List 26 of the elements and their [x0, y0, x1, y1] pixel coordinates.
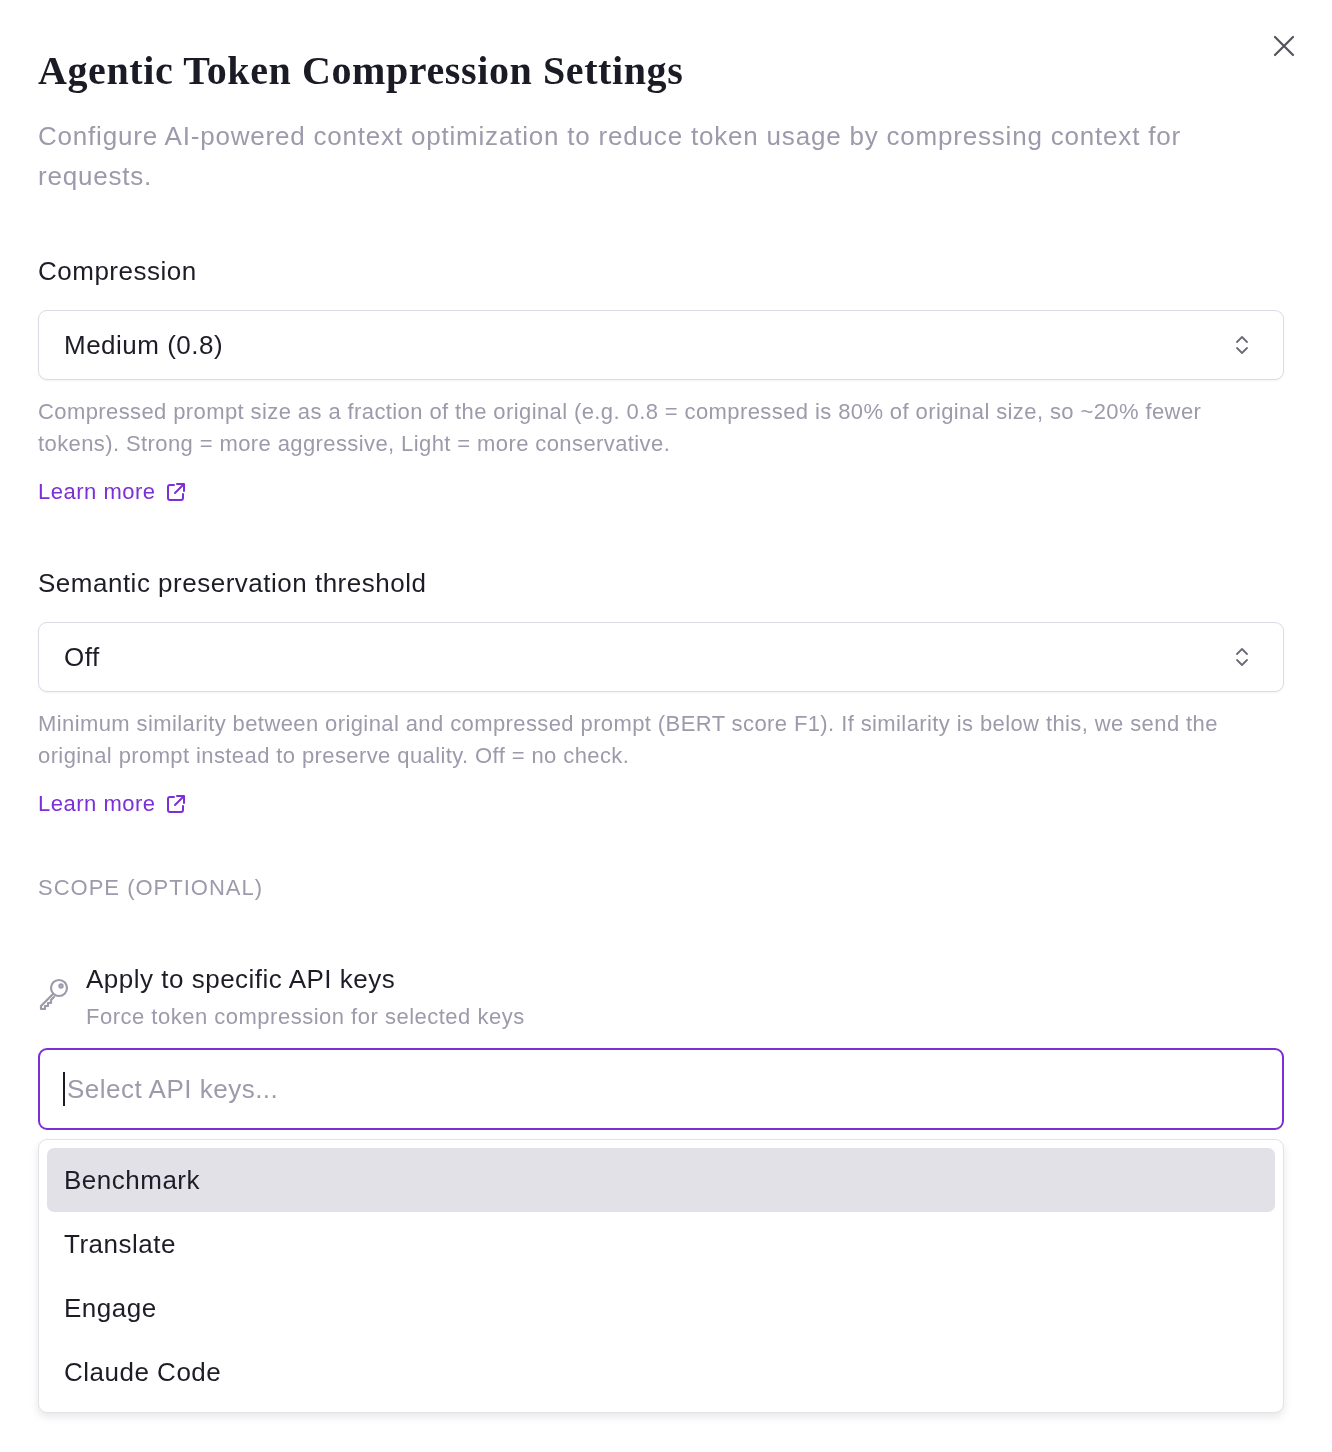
chevron-up-down-icon [1235, 646, 1249, 668]
dropdown-option[interactable]: Claude Code [47, 1340, 1275, 1404]
api-keys-input[interactable]: Select API keys... [38, 1048, 1284, 1130]
option-description: Force token compression for selected keys [86, 1003, 525, 1031]
section-heading: SCOPE (OPTIONAL) [38, 874, 265, 902]
option-title: Apply to specific API keys [86, 963, 397, 996]
field-label: Compression [38, 255, 198, 288]
select-field[interactable]: Medium (0.8) [38, 310, 1284, 380]
help-text: Compressed prompt size as a fraction of the original (e.g. 0.8 = compressed is 80% of original size, so ~20% fewer tokens). Strong = more aggressive, Light = more conservative. [38, 398, 1203, 458]
close-icon [1272, 34, 1296, 58]
external-link-icon [164, 481, 187, 503]
select-field[interactable]: Off [38, 622, 1284, 692]
learn-more-link[interactable]: Learn more [38, 476, 187, 508]
help-text: Minimum similarity between original and compressed prompt (BERT score F1). If similarity is below this, we send the original prompt instead to preserve quality. Off = no check. [38, 710, 1219, 770]
key-icon [38, 977, 70, 1011]
chevron-up-down-icon [1235, 334, 1249, 356]
dialog-description: Configure AI-powered context optimization to reduce token usage by compressing context for requests. [38, 120, 1182, 193]
text-cursor-icon [63, 1072, 65, 1106]
external-link-icon [164, 793, 187, 815]
dialog-title: Agentic Token Compression Settings [38, 48, 684, 94]
dropdown-option[interactable]: Benchmark [47, 1148, 1275, 1212]
close-button[interactable] [1272, 34, 1296, 58]
dropdown-option[interactable]: Engage [47, 1276, 1275, 1340]
dropdown-option[interactable]: Translate [47, 1212, 1275, 1276]
field-label: Semantic preservation threshold [38, 567, 428, 600]
learn-more-link[interactable]: Learn more [38, 788, 187, 820]
